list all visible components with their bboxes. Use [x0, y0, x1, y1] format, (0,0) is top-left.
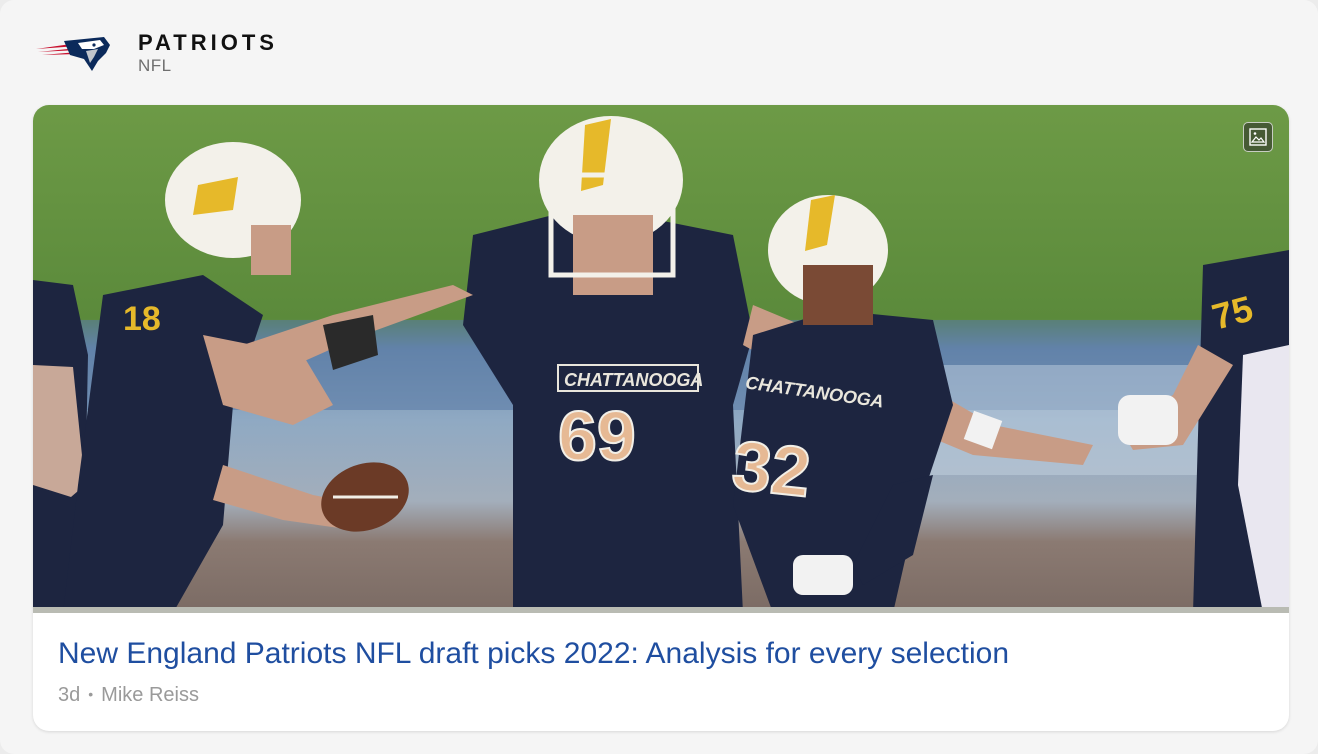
photo-divider — [33, 607, 1289, 613]
article-headline[interactable]: New England Patriots NFL draft picks 202… — [58, 635, 1009, 673]
team-name: PATRIOTS — [138, 30, 278, 55]
football-photo: 18 CHATTANOOGA 69 CHATTANOOGA 32 75 — [33, 105, 1289, 613]
svg-text:18: 18 — [123, 300, 161, 338]
article-meta: 3d • Mike Reiss — [58, 683, 199, 708]
jersey-text: CHATTANOOGA — [564, 370, 703, 390]
svg-text:69: 69 — [558, 397, 636, 475]
svg-text:32: 32 — [729, 426, 815, 512]
article-age: 3d — [58, 684, 81, 706]
article-author: Mike Reiss — [101, 684, 199, 706]
league-label: NFL — [138, 56, 172, 75]
meta-separator: • — [88, 686, 94, 702]
article-card[interactable]: 18 CHATTANOOGA 69 CHATTANOOGA 32 75 New … — [33, 105, 1289, 731]
source-text: PATRIOTS NFL — [138, 30, 278, 76]
article-photo[interactable]: 18 CHATTANOOGA 69 CHATTANOOGA 32 75 — [33, 105, 1289, 613]
patriots-logo-icon — [36, 37, 110, 71]
source-header[interactable]: PATRIOTS NFL — [34, 28, 278, 78]
image-icon — [1243, 122, 1273, 152]
news-widget: PATRIOTS NFL 18 CHATTANOOGA 69 CHATTANOO… — [0, 0, 1318, 754]
